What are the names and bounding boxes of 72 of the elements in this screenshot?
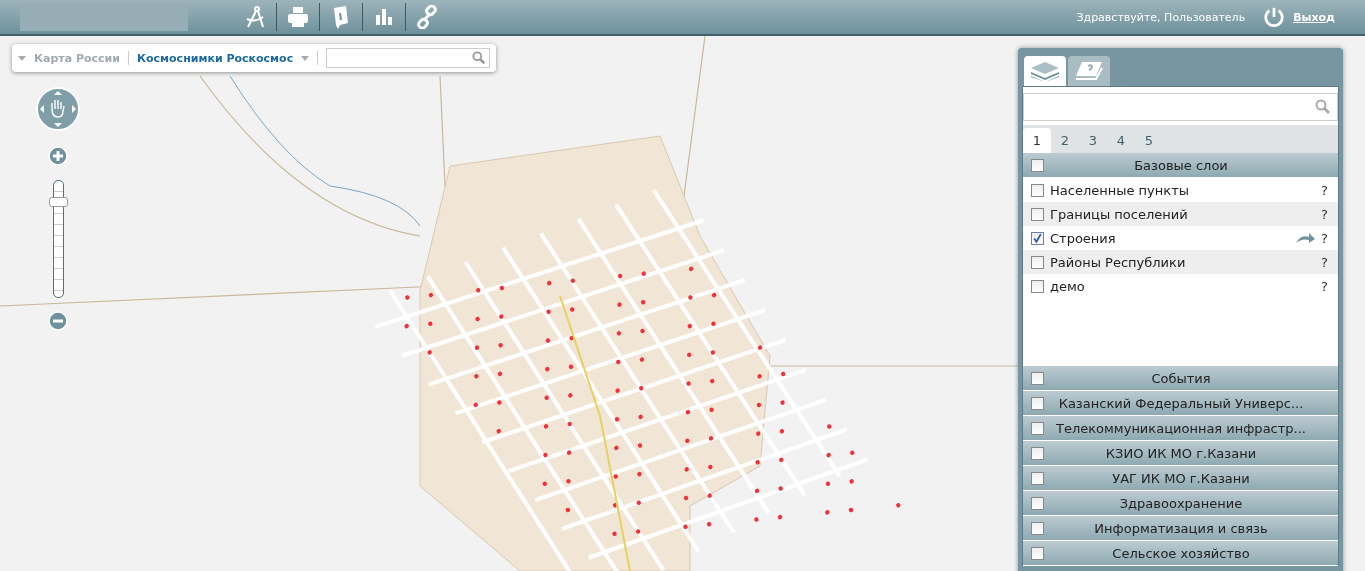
curved-arrow-icon[interactable] [1295,232,1316,244]
layer-group-header[interactable]: КЗИО ИК МО г.Казани [1023,441,1338,466]
layer-group-header[interactable]: УАГ ИК МО г.Казани [1023,466,1338,491]
layer-group-header[interactable]: Сельское хозяйство [1023,541,1338,566]
search-icon[interactable] [1315,99,1331,115]
group-title: Базовые слои [1133,157,1229,173]
zoom-slider-thumb[interactable] [49,196,68,207]
layer-group-header[interactable]: Здравоохранение [1023,491,1338,516]
checkbox[interactable] [1031,231,1044,245]
page-tab[interactable]: 1 [1023,128,1051,153]
power-icon[interactable] [1263,6,1286,28]
basemap-option[interactable]: Космоснимки Роскосмос [137,51,294,65]
help-link[interactable]: ? [1321,254,1328,270]
checkbox[interactable] [1031,521,1044,535]
checkbox[interactable] [1031,396,1044,410]
greeting-text: Здравствуйте, Пользователь [1076,10,1246,24]
help-link[interactable]: ? [1321,278,1328,294]
search-field[interactable] [326,48,491,68]
checkbox[interactable] [1031,158,1044,172]
layer-group-header[interactable]: Телекоммуникационная инфрастр... [1023,416,1338,441]
group-title: Здравоохранение [1118,495,1244,511]
layer-name: Строения [1050,230,1117,246]
layer-name: Границы поселений [1050,206,1189,222]
help-link[interactable]: ? [1321,206,1328,222]
layer-group-header[interactable]: Базовые слои [1023,153,1338,178]
layer-row[interactable]: демо ? [1023,274,1338,298]
group-title: Сельское хозяйство [1111,545,1251,561]
help-link[interactable]: ? [1321,182,1328,198]
link-icon[interactable] [415,5,439,29]
checkbox[interactable] [1031,421,1044,435]
checkbox[interactable] [1031,255,1044,269]
checkbox[interactable] [1031,546,1044,560]
checkbox[interactable] [1031,371,1044,385]
checkbox[interactable] [1031,471,1044,485]
layer-group-header[interactable]: Информатизация и связь [1023,516,1338,541]
layers-icon[interactable] [1030,60,1060,82]
search-icon[interactable] [472,51,487,65]
pan-control[interactable] [36,87,80,131]
print-icon[interactable] [286,5,310,29]
layer-row[interactable]: Строения ? [1023,226,1338,250]
group-title: Телекоммуникационная инфрастр... [1055,420,1307,436]
zoom-in-button[interactable] [48,146,68,166]
page-tab[interactable]: 2 [1051,128,1079,153]
layer-name: Районы Республики [1050,254,1187,270]
page-tab[interactable]: 5 [1135,128,1163,153]
zoom-out-button[interactable] [48,311,68,331]
checkbox[interactable] [1031,496,1044,510]
layer-name: Населенные пункты [1050,182,1190,198]
page-tab[interactable]: 4 [1107,128,1135,153]
page-tab[interactable]: 3 [1079,128,1107,153]
layer-row[interactable]: Населенные пункты ? [1023,178,1338,202]
checkbox[interactable] [1031,279,1044,293]
layer-search-field[interactable] [1023,93,1338,121]
dropdown-icon[interactable] [301,55,310,61]
group-title: Казанский Федеральный Универс... [1057,395,1305,411]
group-title: События [1150,370,1212,386]
help-sheet-icon[interactable] [1074,60,1104,82]
layer-row[interactable]: Районы Республики ? [1023,250,1338,274]
layer-row[interactable]: Границы поселений ? [1023,202,1338,226]
checkbox[interactable] [1031,207,1044,221]
layer-group-header[interactable]: Казанский Федеральный Универс... [1023,391,1338,416]
layer-name: демо [1050,278,1086,294]
dropdown-icon[interactable] [18,55,26,61]
checkbox[interactable] [1031,183,1044,197]
layers-tab[interactable] [1024,56,1066,86]
checkbox[interactable] [1031,446,1044,460]
group-title: Информатизация и связь [1093,520,1269,536]
legend-tab[interactable] [1068,56,1110,86]
group-title: УАГ ИК МО г.Казани [1111,470,1251,486]
group-title: КЗИО ИК МО г.Казани [1104,445,1258,461]
help-link[interactable]: ? [1321,230,1328,246]
layer-group-header[interactable]: События [1023,366,1338,391]
